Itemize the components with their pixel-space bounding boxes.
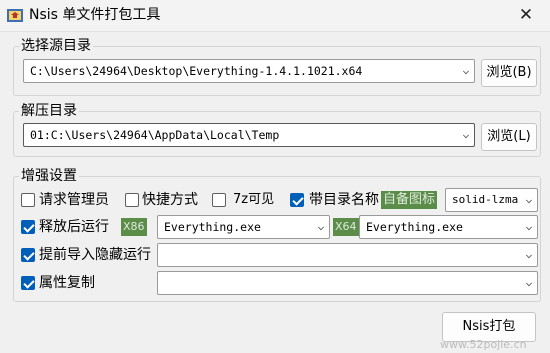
visible-7z-checkbox[interactable]: [212, 193, 226, 207]
shortcut-checkbox[interactable]: [125, 193, 139, 207]
copy-attributes-combo[interactable]: ⌄: [157, 271, 538, 295]
request-admin-checkbox[interactable]: [21, 193, 35, 207]
x86-exe-combo[interactable]: Everything.exe ⌄: [157, 215, 330, 239]
chevron-down-icon: ⌄: [461, 129, 471, 140]
x64-exe-combo[interactable]: Everything.exe ⌄: [359, 215, 538, 239]
enhanced-legend: 增强设置: [19, 167, 79, 185]
browse-extract-button[interactable]: 浏览(L): [481, 123, 537, 151]
chevron-down-icon: ⌄: [524, 277, 534, 288]
watermark-text: www.52pojie.cn: [440, 338, 527, 351]
chevron-down-icon: ⌄: [316, 221, 326, 232]
with-dir-name-label[interactable]: 带目录名称: [309, 191, 379, 209]
extract-path-value: 01:C:\Users\24964\AppData\Local\Temp: [30, 128, 280, 142]
x64-exe-value: Everything.exe: [366, 220, 463, 234]
custom-icon-button[interactable]: 自备图标: [381, 191, 438, 209]
pre-import-hidden-label[interactable]: 提前导入隐藏运行: [39, 246, 151, 264]
request-admin-label[interactable]: 请求管理员: [39, 191, 109, 209]
browse-source-button[interactable]: 浏览(B): [481, 59, 537, 87]
with-dir-name-checkbox[interactable]: [290, 193, 304, 207]
chevron-down-icon: ⌄: [524, 194, 534, 205]
source-path-value: C:\Users\24964\Desktop\Everything-1.4.1.…: [30, 64, 363, 78]
run-after-extract-label[interactable]: 释放后运行: [39, 218, 109, 236]
installer-box-icon: [6, 6, 24, 24]
pre-import-hidden-checkbox[interactable]: [21, 248, 35, 262]
chevron-down-icon: ⌄: [524, 221, 534, 232]
window-title: Nsis 单文件打包工具: [29, 7, 161, 23]
compression-value: solid-lzma: [452, 193, 519, 206]
source-legend: 选择源目录: [19, 37, 93, 55]
copy-attributes-checkbox[interactable]: [21, 276, 35, 290]
chevron-down-icon: ⌄: [461, 65, 471, 76]
x64-tag: X64: [333, 218, 359, 236]
close-icon[interactable]: ✕: [506, 1, 546, 29]
compression-combo[interactable]: solid-lzma ⌄: [445, 188, 538, 212]
visible-7z-label[interactable]: 7z可见: [233, 191, 274, 209]
copy-attributes-label[interactable]: 属性复制: [39, 274, 95, 292]
pre-import-combo[interactable]: ⌄: [157, 243, 538, 267]
x86-tag: X86: [121, 218, 147, 236]
run-after-extract-checkbox[interactable]: [21, 220, 35, 234]
shortcut-label[interactable]: 快捷方式: [142, 191, 198, 209]
chevron-down-icon: ⌄: [524, 249, 534, 260]
extract-legend: 解压目录: [19, 102, 79, 120]
extract-path-combo[interactable]: 01:C:\Users\24964\AppData\Local\Temp ⌄: [23, 123, 475, 147]
x86-exe-value: Everything.exe: [164, 220, 261, 234]
source-path-combo[interactable]: C:\Users\24964\Desktop\Everything-1.4.1.…: [23, 59, 475, 83]
